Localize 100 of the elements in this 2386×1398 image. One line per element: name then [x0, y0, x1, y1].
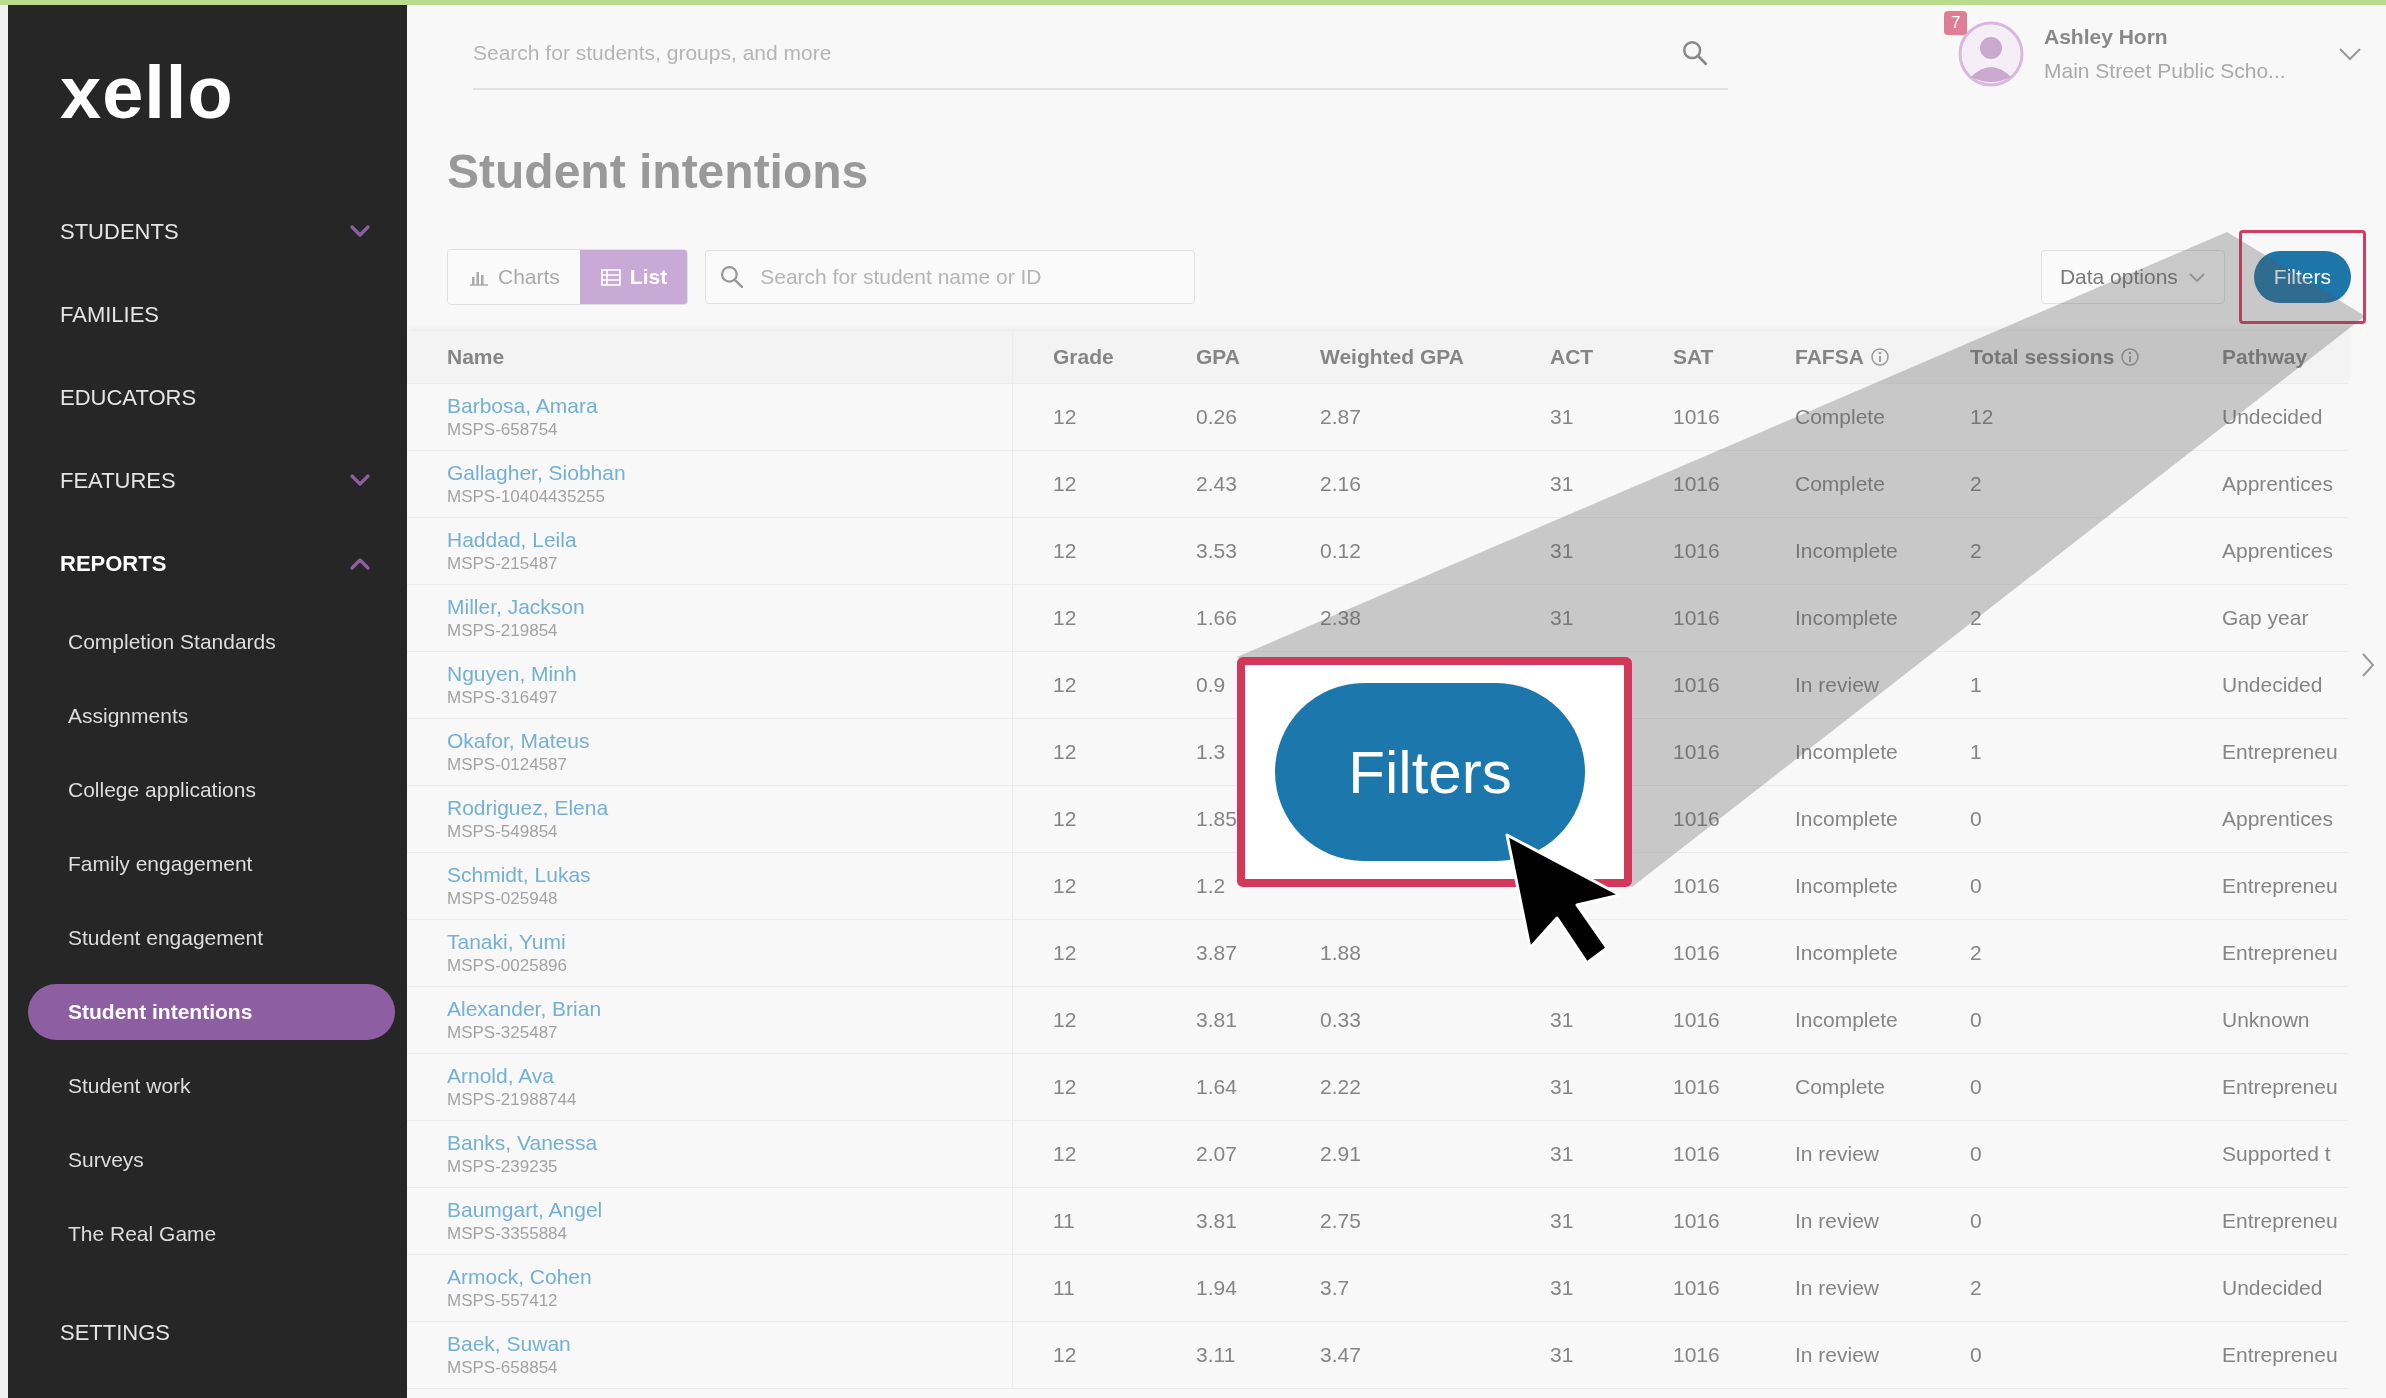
student-id: MSPS-0025896	[447, 956, 568, 976]
table-cell: 0.9	[1196, 673, 1226, 697]
filters-button[interactable]: Filters	[2253, 251, 2351, 303]
column-header: FAFSA	[1795, 345, 1864, 369]
student-id: MSPS-325487	[447, 1023, 558, 1043]
table-cell: 2.91	[1320, 1142, 1361, 1166]
table-cell: 1	[1970, 740, 1982, 764]
student-name-link[interactable]: Gallagher, Siobhan	[447, 461, 626, 485]
student-name-link[interactable]: Miller, Jackson	[447, 595, 585, 619]
student-id: MSPS-219854	[447, 621, 558, 641]
table-cell: 1016	[1673, 1209, 1720, 1233]
view-tab[interactable]: List	[579, 250, 688, 304]
info-icon[interactable]	[2120, 347, 2141, 367]
table-cell: 1016	[1673, 740, 1720, 764]
table-cell: 1.3	[1196, 740, 1226, 764]
student-name-link[interactable]: Barbosa, Amara	[447, 394, 598, 418]
user-name: Ashley Horn	[2044, 25, 2169, 49]
table-cell: 0.12	[1320, 539, 1361, 563]
table-cell: 12	[1053, 539, 1077, 563]
table-cell: 12	[1053, 941, 1077, 965]
nav-item[interactable]: SETTINGS	[8, 1291, 407, 1374]
table-cell: 12	[1053, 874, 1077, 898]
student-name-link[interactable]: Haddad, Leila	[447, 528, 577, 552]
nav-subitem[interactable]: Student work	[28, 1058, 395, 1114]
student-id: MSPS-239235	[447, 1157, 558, 1177]
data-options-dropdown[interactable]: Data options	[2040, 250, 2225, 304]
avatar-icon[interactable]	[1958, 21, 2024, 87]
student-name-link[interactable]: Armock, Cohen	[447, 1265, 592, 1289]
search-field[interactable]: Search for student name or ID	[705, 250, 1196, 304]
table-cell: Supported t	[2222, 1142, 2331, 1166]
table-cell: Entrepreneu	[2222, 874, 2338, 898]
student-id: MSPS-21988744	[447, 1090, 577, 1110]
student-id: MSPS-3355884	[447, 1224, 568, 1244]
student-id: MSPS-557412	[447, 1291, 558, 1311]
nav-subitem[interactable]: Completion Standards	[28, 614, 395, 670]
chevron-down-icon	[2187, 271, 2206, 283]
school-name: Main Street Public Scho...	[2044, 59, 2287, 83]
table-cell: 11	[1053, 1209, 1075, 1233]
nav-subitem[interactable]: College applications	[28, 762, 395, 818]
table-cell: Incomplete	[1795, 740, 1898, 764]
table-cell: 12	[1053, 1075, 1077, 1099]
table-cell: 12	[1053, 1142, 1077, 1166]
table-cell: Incomplete	[1795, 1008, 1898, 1032]
nav-item[interactable]: FEATURES	[8, 439, 407, 522]
student-name-link[interactable]: Schmidt, Lukas	[447, 863, 591, 887]
student-name-link[interactable]: Arnold, Ava	[447, 1064, 555, 1088]
search-field[interactable]: Search for students, groups, and more	[473, 18, 1728, 90]
student-name-link[interactable]: Nguyen, Minh	[447, 662, 577, 686]
nav-subitem[interactable]: Student engagement	[28, 910, 395, 966]
nav-subitem[interactable]: Family engagement	[28, 836, 395, 892]
chevron-down-icon[interactable]	[2338, 47, 2362, 61]
student-name-link[interactable]: Baek, Suwan	[447, 1332, 571, 1356]
table-cell: 12	[1053, 405, 1077, 429]
table-cell: 0.26	[1196, 405, 1237, 429]
nav-subitem[interactable]: The Real Game	[28, 1206, 395, 1262]
table-cell: 1.64	[1196, 1075, 1237, 1099]
student-name-link[interactable]: Baumgart, Angel	[447, 1198, 603, 1222]
nav-item[interactable]: STUDENTS	[8, 190, 407, 273]
table-cell: 2	[1970, 941, 1982, 965]
nav-subitem[interactable]: Surveys	[28, 1132, 395, 1188]
nav-item[interactable]: FAMILIES	[8, 273, 407, 356]
table-cell: Undecided	[2222, 405, 2323, 429]
search-icon[interactable]	[1682, 40, 1708, 66]
table-cell: In review	[1795, 1142, 1880, 1166]
table-cell: Complete	[1795, 405, 1885, 429]
table-cell: 3.53	[1196, 539, 1237, 563]
student-name-link[interactable]: Alexander, Brian	[447, 997, 602, 1021]
table-icon	[599, 267, 622, 287]
nav-subitem[interactable]: Student intentions	[28, 984, 395, 1040]
table-cell: 31	[1550, 1008, 1574, 1032]
table-cell: 1.94	[1196, 1276, 1237, 1300]
nav-subitem[interactable]: Assignments	[28, 688, 395, 744]
student-name-link[interactable]: Banks, Vanessa	[447, 1131, 598, 1155]
table-cell: 3.7	[1320, 1276, 1350, 1300]
nav-item[interactable]: REPORTS	[8, 522, 407, 605]
table-cell: In review	[1795, 1343, 1880, 1367]
table-cell: 2.43	[1196, 472, 1237, 496]
student-id: MSPS-215487	[447, 554, 558, 574]
chevron-right-icon[interactable]	[2360, 651, 2376, 679]
student-name-link[interactable]: Okafor, Mateus	[447, 729, 590, 753]
table-cell: 0	[1970, 807, 1982, 831]
student-name-link[interactable]: Rodriguez, Elena	[447, 796, 609, 820]
student-name-link[interactable]: Tanaki, Yumi	[447, 930, 566, 954]
table-cell: 1.88	[1320, 941, 1361, 965]
table-cell: 1016	[1673, 874, 1720, 898]
student-id: MSPS-316497	[447, 688, 558, 708]
table-cell: Apprentices	[2222, 539, 2333, 563]
table-cell: 0	[1970, 1008, 1982, 1032]
column-header: Pathway	[2222, 345, 2308, 369]
search-input[interactable]: Search for students, groups, and more	[473, 40, 1682, 66]
info-icon[interactable]	[1869, 347, 1890, 367]
table-cell: 2.16	[1320, 472, 1361, 496]
table-cell: Complete	[1795, 1075, 1885, 1099]
nav-item[interactable]: EDUCATORS	[8, 356, 407, 439]
table-cell: Entrepreneu	[2222, 740, 2338, 764]
column-header: Weighted GPA	[1320, 345, 1464, 369]
column-header: Name	[447, 345, 505, 369]
search-input[interactable]: Search for student name or ID	[758, 264, 1195, 290]
filters-button-enlarged: Filters	[1275, 683, 1585, 861]
table-cell: Entrepreneu	[2222, 1075, 2338, 1099]
